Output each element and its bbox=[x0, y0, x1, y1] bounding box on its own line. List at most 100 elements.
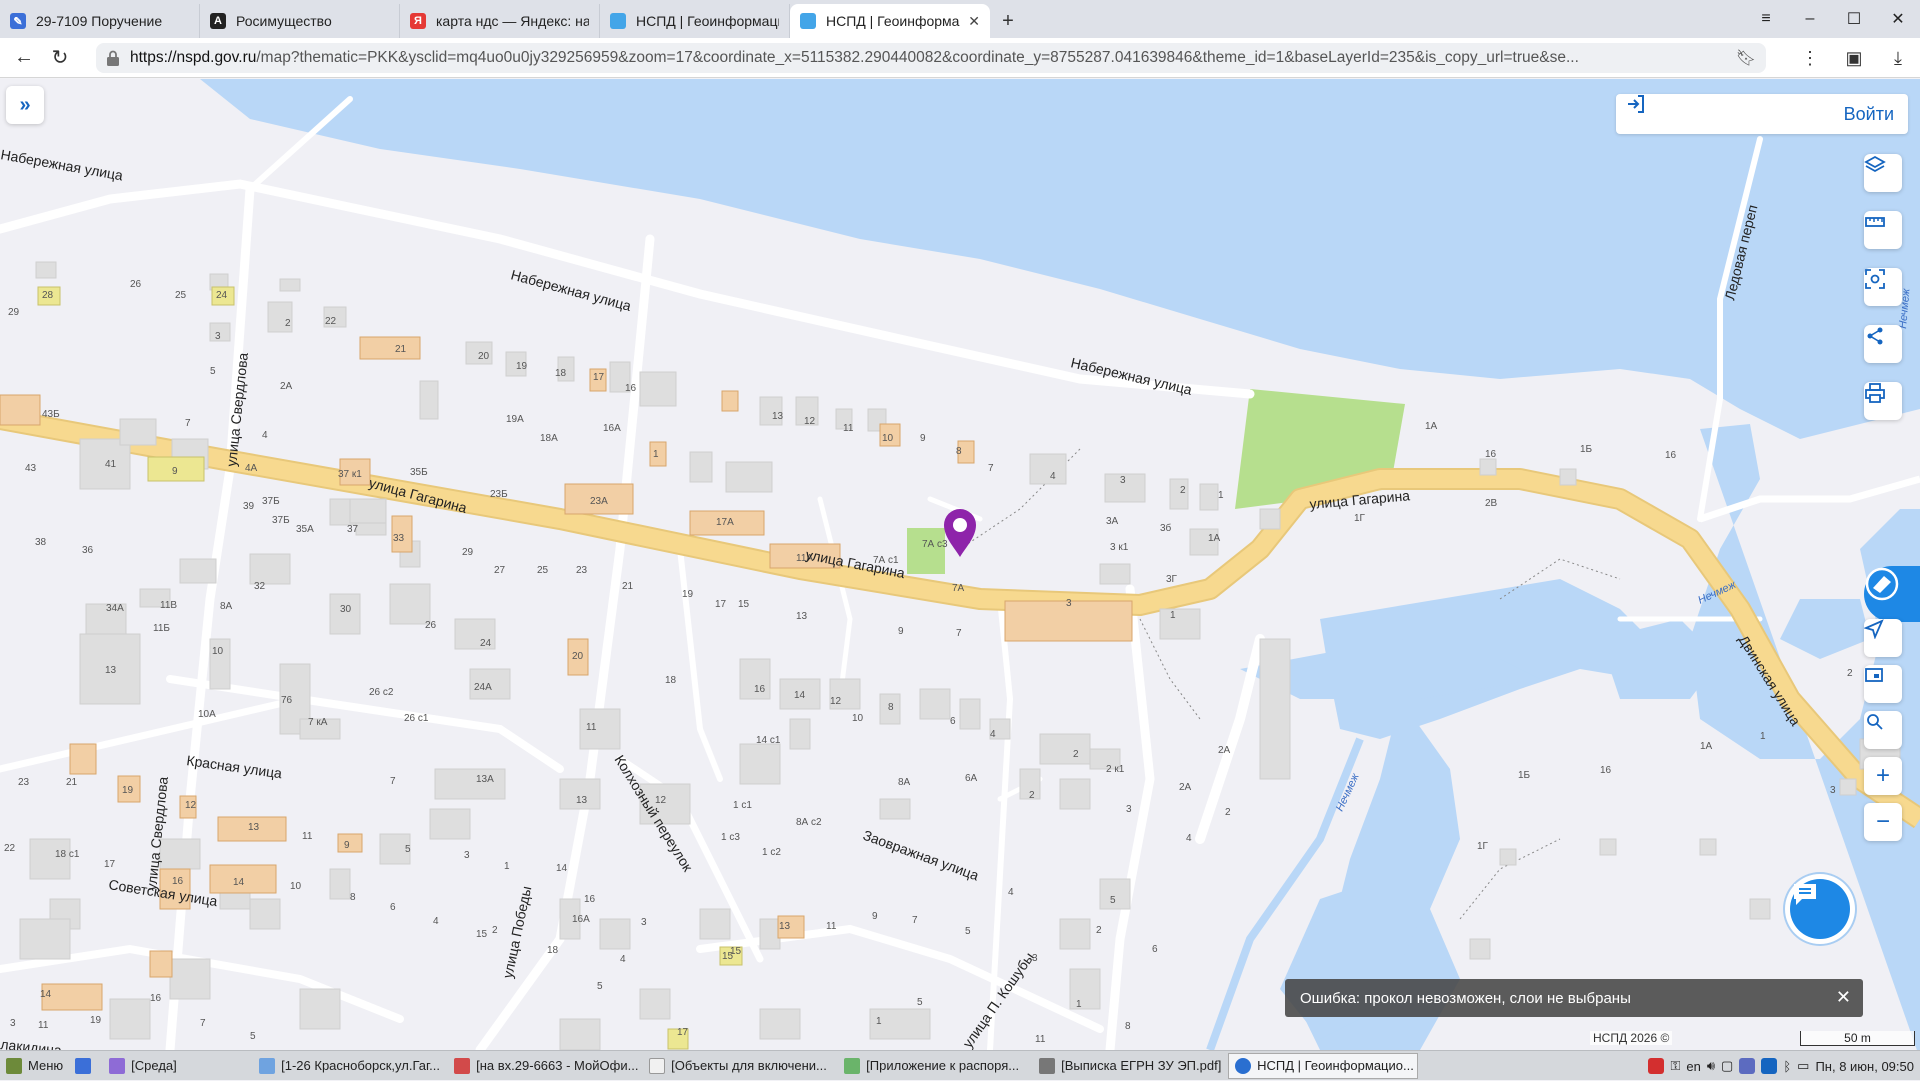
svg-text:17: 17 bbox=[677, 1027, 689, 1038]
new-tab-button[interactable]: + bbox=[990, 4, 1026, 38]
svg-text:7: 7 bbox=[956, 628, 962, 639]
svg-text:7А: 7А bbox=[952, 583, 965, 594]
ruler-button[interactable] bbox=[1864, 211, 1902, 249]
svg-text:43: 43 bbox=[25, 463, 37, 474]
svg-text:8: 8 bbox=[956, 446, 962, 457]
tab-poruchenie[interactable]: ✎ 29-7109 Поручение bbox=[0, 4, 200, 38]
map-svg[interactable]: 28 24 2625 293 52 2221 2019 18 17 162А 43Б… bbox=[0, 79, 1920, 1050]
svg-text:4: 4 bbox=[1050, 471, 1056, 482]
svg-text:23Б: 23Б bbox=[490, 489, 508, 500]
menu-icon bbox=[6, 1057, 22, 1074]
taskbar-item-folder[interactable]: [1-26 Красноборск,ул.Гаг... bbox=[253, 1051, 448, 1081]
chat-button[interactable] bbox=[1790, 879, 1850, 939]
map-canvas[interactable]: 28 24 26 25 29 3 52 22 21 20 19 18 17 16 2А 43Б… bbox=[0, 79, 1920, 1050]
antivirus-icon[interactable] bbox=[1648, 1058, 1665, 1074]
zoom-in-button[interactable]: + bbox=[1864, 757, 1902, 795]
svg-text:13: 13 bbox=[796, 611, 808, 622]
hp-icon[interactable] bbox=[1761, 1058, 1778, 1074]
svg-text:26: 26 bbox=[130, 279, 142, 290]
print-button[interactable] bbox=[1864, 382, 1902, 420]
bluetooth-icon[interactable]: ᛒ bbox=[1783, 1059, 1791, 1074]
show-desktop-button[interactable] bbox=[69, 1051, 103, 1081]
navigate-button[interactable] bbox=[1864, 619, 1902, 657]
layers-button[interactable] bbox=[1864, 154, 1902, 192]
close-tab-icon[interactable]: ✕ bbox=[968, 13, 980, 30]
svg-text:37Б: 37Б bbox=[262, 496, 280, 507]
taskbar-item-objects[interactable]: [Объекты для включени... bbox=[643, 1051, 838, 1081]
clipboard-icon[interactable]: ▢ bbox=[1721, 1058, 1733, 1074]
svg-text:14 с1: 14 с1 bbox=[756, 735, 781, 746]
start-menu-button[interactable]: Меню bbox=[0, 1051, 69, 1081]
share-button[interactable] bbox=[1864, 325, 1902, 363]
scan-button[interactable] bbox=[1864, 268, 1902, 306]
screen-button[interactable] bbox=[1864, 665, 1902, 703]
water-lake-4 bbox=[1780, 599, 1870, 659]
datetime[interactable]: Пн, 8 июн, 09:50 bbox=[1815, 1059, 1914, 1074]
svg-text:19: 19 bbox=[90, 1015, 102, 1026]
language-indicator[interactable]: en bbox=[1686, 1059, 1700, 1074]
notifications-icon[interactable]: ▭ bbox=[1797, 1058, 1809, 1074]
close-window-icon[interactable]: ✕ bbox=[1876, 0, 1920, 38]
tab-nspd-1[interactable]: НСПД | Геоинформационная bbox=[600, 4, 790, 38]
location-pin-icon[interactable] bbox=[944, 509, 976, 557]
svg-text:1А: 1А bbox=[1208, 533, 1221, 544]
svg-text:13: 13 bbox=[248, 822, 260, 833]
svg-text:22: 22 bbox=[325, 316, 337, 327]
svg-text:3Г: 3Г bbox=[1166, 574, 1178, 585]
tab-nspd-active[interactable]: НСПД | Геоинформаци ✕ bbox=[790, 4, 990, 38]
svg-text:7: 7 bbox=[912, 915, 918, 926]
svg-text:1 с2: 1 с2 bbox=[762, 847, 781, 858]
svg-text:13: 13 bbox=[576, 795, 588, 806]
svg-text:1 с3: 1 с3 bbox=[721, 832, 740, 843]
more-icon[interactable]: ⋮ bbox=[1788, 38, 1832, 78]
locate-button[interactable] bbox=[1864, 711, 1902, 749]
svg-text:23: 23 bbox=[576, 565, 588, 576]
svg-text:4: 4 bbox=[620, 954, 626, 965]
zoom-out-button[interactable]: − bbox=[1864, 803, 1902, 841]
site-a-icon: A bbox=[210, 13, 226, 29]
bookmark-icon[interactable]: 🔖︎ bbox=[1736, 48, 1756, 68]
key-icon[interactable]: ⚿ bbox=[1670, 1058, 1680, 1074]
svg-text:1: 1 bbox=[1760, 731, 1766, 742]
collections-icon[interactable]: ▣ bbox=[1832, 38, 1876, 78]
svg-text:19: 19 bbox=[516, 361, 528, 372]
taskbar-item-prilozhenie[interactable]: [Приложение к распоря... bbox=[838, 1051, 1033, 1081]
svg-text:23А: 23А bbox=[590, 496, 608, 507]
taskbar-item-vypiska[interactable]: [Выписка ЕГРН ЗУ ЭП.pdf] bbox=[1033, 1051, 1228, 1081]
reload-icon[interactable]: ↻ bbox=[42, 40, 78, 76]
menu-icon[interactable]: ≡ bbox=[1744, 0, 1788, 38]
expand-sidebar-button[interactable]: » bbox=[6, 86, 44, 124]
svg-text:7А с3: 7А с3 bbox=[922, 539, 948, 550]
svg-text:16А: 16А bbox=[572, 914, 590, 925]
svg-text:16: 16 bbox=[584, 894, 596, 905]
minimize-icon[interactable]: – bbox=[1788, 0, 1832, 38]
svg-text:20: 20 bbox=[478, 351, 490, 362]
svg-text:17: 17 bbox=[593, 372, 605, 383]
svg-text:2А: 2А bbox=[280, 381, 293, 392]
svg-text:1: 1 bbox=[1076, 999, 1082, 1010]
svg-text:3: 3 bbox=[1830, 785, 1836, 796]
svg-text:29: 29 bbox=[462, 547, 474, 558]
volume-icon[interactable]: 🔊︎ bbox=[1707, 1058, 1715, 1074]
locate-icon bbox=[1867, 714, 1883, 730]
back-icon[interactable]: ← bbox=[6, 40, 42, 76]
svg-text:5: 5 bbox=[917, 997, 923, 1008]
address-bar[interactable]: https://nspd.gov.ru/map?thematic=PKK&ysc… bbox=[96, 43, 1766, 73]
svg-text:24: 24 bbox=[216, 290, 228, 301]
taskbar-item-moyofis[interactable]: [на вх.29-6663 - МойОфи... bbox=[448, 1051, 643, 1081]
url-host: https://nspd.gov.ru bbox=[130, 49, 257, 66]
close-icon[interactable]: ✕ bbox=[1836, 987, 1851, 1008]
taskbar-item-sreda[interactable]: [Среда] bbox=[103, 1051, 253, 1081]
svg-text:1Б: 1Б bbox=[1518, 770, 1531, 781]
svg-text:1: 1 bbox=[1218, 490, 1224, 501]
lock-icon bbox=[107, 50, 119, 66]
taskbar-item-nspd[interactable]: НСПД | Геоинформацио... bbox=[1228, 1052, 1419, 1079]
tab-rosimushchestvo[interactable]: A Росимущество bbox=[200, 4, 400, 38]
tab-yandex-search[interactable]: Я карта ндс — Яндекс: нашлось bbox=[400, 4, 600, 38]
nspd-logo-button[interactable] bbox=[1864, 566, 1920, 622]
download-icon[interactable]: ⤓ bbox=[1876, 38, 1920, 78]
svg-text:35Б: 35Б bbox=[410, 467, 428, 478]
maximize-icon[interactable]: ☐ bbox=[1832, 0, 1876, 38]
network-icon[interactable] bbox=[1739, 1058, 1756, 1074]
login-button[interactable]: Войти bbox=[1616, 94, 1908, 134]
